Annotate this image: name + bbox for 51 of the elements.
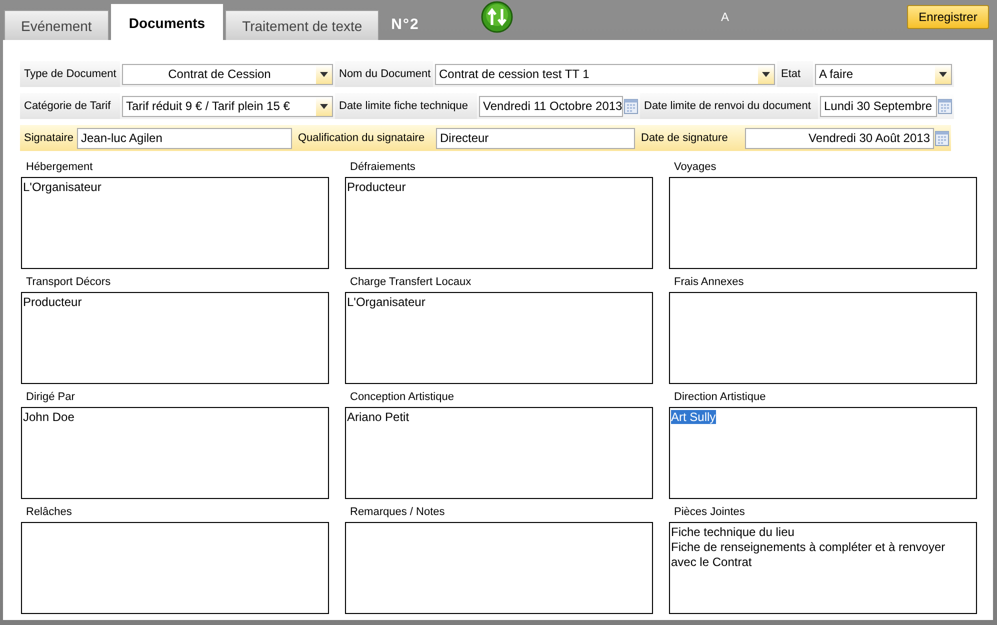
sync-icon[interactable] bbox=[481, 1, 513, 33]
text-area[interactable]: Producteur bbox=[21, 292, 329, 384]
date-field[interactable]: Vendredi 30 Août 2013 bbox=[743, 125, 951, 151]
text-area[interactable]: Fiche technique du lieu Fiche de renseignements à compléter et à renvoyer avec le Contrat bbox=[669, 522, 977, 614]
text-area-label: Relâches bbox=[25, 505, 72, 520]
text-area[interactable]: Art Sully bbox=[669, 407, 977, 499]
text-area[interactable]: John Doe bbox=[21, 407, 329, 499]
text-area[interactable]: L'Organisateur bbox=[345, 292, 653, 384]
text-area-label: Frais Annexes bbox=[673, 275, 744, 290]
field-label: Etat bbox=[777, 61, 813, 87]
field-label: Qualification du signataire bbox=[294, 125, 434, 151]
text-area-label: Charge Transfert Locaux bbox=[349, 275, 472, 290]
field-label: Type de Document bbox=[20, 61, 120, 87]
dropdown[interactable]: Contrat de Cession bbox=[120, 61, 335, 87]
field-label: Nom du Document bbox=[335, 61, 433, 87]
text-area[interactable]: Ariano Petit bbox=[345, 407, 653, 499]
field-label: Date de signature bbox=[637, 125, 743, 151]
text-area[interactable] bbox=[669, 292, 977, 384]
text-area[interactable]: Producteur bbox=[345, 177, 653, 269]
text-area-label: Voyages bbox=[673, 160, 716, 175]
text-area-label: Conception Artistique bbox=[349, 390, 454, 405]
field-label: Signataire bbox=[20, 125, 75, 151]
text-area[interactable] bbox=[21, 522, 329, 614]
field-label: Date limite fiche technique bbox=[335, 93, 477, 119]
text-area-label: Hébergement bbox=[25, 160, 93, 175]
save-button[interactable]: Enregistrer bbox=[907, 5, 989, 29]
date-field[interactable]: Lundi 30 Septembre bbox=[818, 93, 954, 119]
text-area-label: Pièces Jointes bbox=[673, 505, 745, 520]
tab[interactable]: Evénement bbox=[4, 10, 109, 40]
field-label: Date limite de renvoi du document bbox=[640, 93, 818, 119]
text-area[interactable] bbox=[345, 522, 653, 614]
text-area[interactable]: L'Organisateur bbox=[21, 177, 329, 269]
tab[interactable]: Traitement de texte bbox=[225, 10, 380, 40]
input-field[interactable]: Directeur bbox=[434, 125, 637, 151]
text-area-label: Remarques / Notes bbox=[349, 505, 445, 520]
date-field[interactable]: Vendredi 11 Octobre 2013 bbox=[477, 93, 640, 119]
dropdown[interactable]: Contrat de cession test TT 1 bbox=[433, 61, 777, 87]
text-area[interactable] bbox=[669, 177, 977, 269]
status-letter: A bbox=[721, 10, 730, 24]
text-area-label: Direction Artistique bbox=[673, 390, 766, 405]
text-area-label: Transport Décors bbox=[25, 275, 111, 290]
tab[interactable]: Documents bbox=[110, 4, 224, 40]
calendar-icon[interactable] bbox=[938, 98, 952, 114]
dropdown[interactable]: Tarif réduit 9 € / Tarif plein 15 € bbox=[120, 93, 335, 119]
record-number: N°2 bbox=[391, 16, 420, 33]
input-field[interactable]: Jean-luc Agilen bbox=[75, 125, 294, 151]
field-label: Catégorie de Tarif bbox=[20, 93, 120, 119]
calendar-icon[interactable] bbox=[624, 98, 638, 114]
text-area-label: Dirigé Par bbox=[25, 390, 75, 405]
dropdown[interactable]: A faire bbox=[813, 61, 954, 87]
text-area-label: Défraiements bbox=[349, 160, 416, 175]
